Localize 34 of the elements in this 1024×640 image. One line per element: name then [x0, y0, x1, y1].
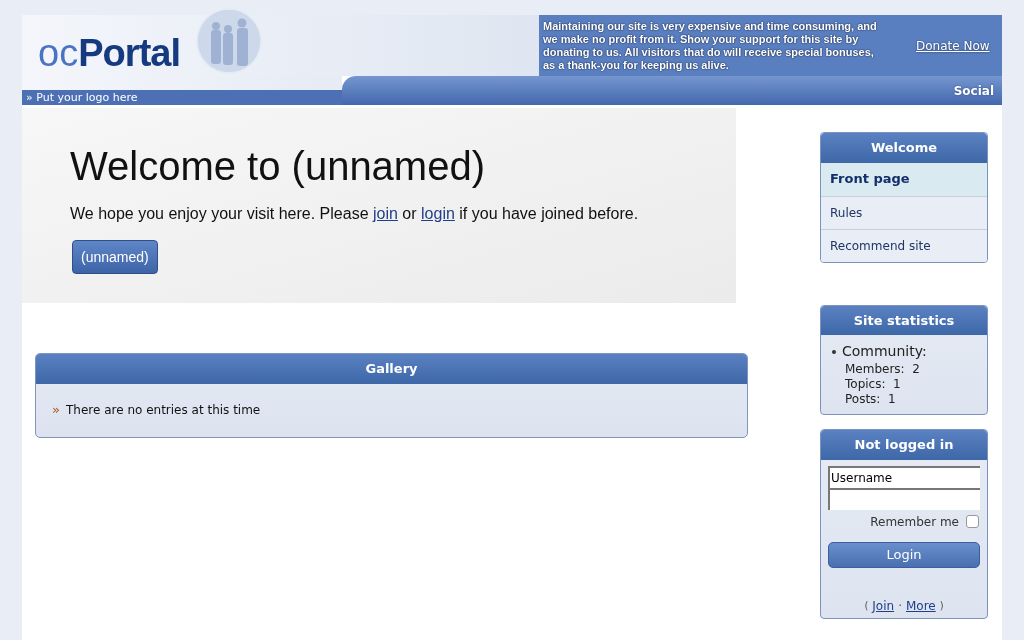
site-logo: ocPortal: [38, 34, 181, 72]
panel-title: Not logged in: [821, 430, 987, 460]
remember-checkbox[interactable]: [966, 515, 979, 528]
stats-row-text: Posts: 1: [844, 392, 897, 407]
panel-title: Site statistics: [821, 305, 987, 335]
more-link[interactable]: More: [905, 596, 936, 615]
separator-text: ·: [898, 597, 902, 615]
welcome-title: Welcome to (unnamed): [70, 146, 486, 186]
welcome-text: We hope you enjoy your visit here. Please join or login if you have joined before.: [70, 204, 640, 224]
empty-message: There are no entries at this time: [65, 402, 261, 419]
password-field[interactable]: [828, 487, 980, 510]
menu-item[interactable]: Recommend site: [821, 228, 987, 262]
site-button[interactable]: (unnamed): [72, 240, 158, 274]
stats-row-text: Members: 2: [844, 362, 921, 377]
people-silhouette-icon: [196, 8, 263, 74]
username-field[interactable]: Username: [828, 465, 980, 488]
donate-link[interactable]: Donate Now: [916, 36, 990, 55]
login-button[interactable]: Login: [828, 541, 980, 568]
menu-item[interactable]: Front page: [821, 162, 987, 196]
donate-message: Maintaining our site is very expensive and time consuming, and we make no profit from it. Show your support for this site by donating to us. All visitors that do will receive special bonuses, as a thank-you for keeping us alive.: [542, 19, 878, 72]
panel-title: Welcome: [821, 133, 987, 163]
stats-row-text: Topics: 1: [844, 377, 902, 392]
stats-heading: Community:: [842, 342, 927, 361]
panel-title: Gallery: [36, 354, 747, 384]
logo-hint: » Put your logo here: [26, 92, 138, 103]
paren-text: ): [939, 599, 944, 613]
join-link[interactable]: join: [373, 205, 398, 222]
bullet-icon: [832, 349, 836, 354]
join-link[interactable]: Join: [872, 596, 895, 615]
zone-label[interactable]: Social: [953, 81, 994, 100]
bullet-icon: »: [52, 400, 60, 420]
remember-label: Remember me: [870, 513, 959, 531]
paren-text: (: [864, 599, 869, 613]
login-link[interactable]: login: [421, 205, 455, 222]
